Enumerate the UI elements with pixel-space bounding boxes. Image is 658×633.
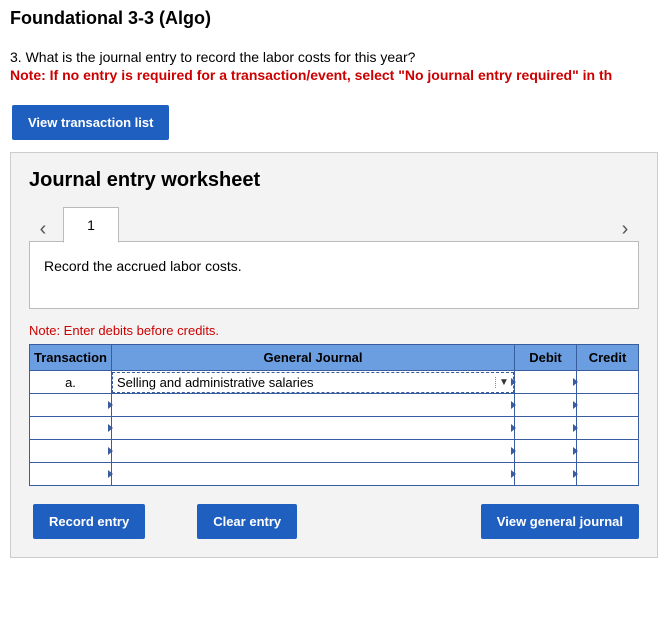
cell-debit[interactable]	[515, 371, 577, 394]
journal-entry-worksheet: Journal entry worksheet ‹ 1 › Record the…	[10, 152, 658, 558]
header-transaction: Transaction	[30, 345, 112, 371]
tick-icon	[511, 447, 516, 455]
record-entry-button[interactable]: Record entry	[33, 504, 145, 539]
view-transaction-list-button[interactable]: View transaction list	[12, 105, 169, 140]
cell-credit[interactable]	[577, 394, 639, 417]
button-row: Record entry Clear entry View general jo…	[29, 504, 639, 539]
chevron-right-icon[interactable]: ›	[611, 218, 639, 241]
tab-row: ‹ 1 ›	[29, 206, 639, 242]
chevron-left-icon[interactable]: ‹	[29, 218, 57, 241]
cell-credit[interactable]	[577, 417, 639, 440]
cell-debit[interactable]	[515, 394, 577, 417]
cell-transaction	[30, 417, 112, 440]
tick-icon	[108, 470, 113, 478]
page-title: Foundational 3-3 (Algo)	[10, 8, 658, 29]
tick-icon	[573, 401, 578, 409]
tick-icon	[108, 447, 113, 455]
cell-transaction	[30, 394, 112, 417]
note-required: Note: If no entry is required for a tran…	[10, 67, 658, 83]
cell-transaction	[30, 463, 112, 486]
tick-icon	[511, 378, 516, 386]
cell-transaction	[30, 440, 112, 463]
tick-icon	[108, 401, 113, 409]
header-debit: Debit	[515, 345, 577, 371]
question-text: 3. What is the journal entry to record t…	[10, 49, 658, 65]
tick-icon	[108, 424, 113, 432]
cell-credit[interactable]	[577, 371, 639, 394]
cell-debit[interactable]	[515, 463, 577, 486]
tick-icon	[573, 447, 578, 455]
cell-general-journal[interactable]: Selling and administrative salaries ▼	[112, 371, 515, 394]
tab-1[interactable]: 1	[63, 207, 119, 243]
cell-transaction: a.	[30, 371, 112, 394]
clear-entry-button[interactable]: Clear entry	[197, 504, 297, 539]
table-row	[30, 417, 639, 440]
cell-credit[interactable]	[577, 463, 639, 486]
tick-icon	[573, 378, 578, 386]
tick-icon	[511, 424, 516, 432]
view-general-journal-button[interactable]: View general journal	[481, 504, 639, 539]
gj-selected-text: Selling and administrative salaries	[117, 375, 495, 390]
cell-general-journal[interactable]	[112, 417, 515, 440]
worksheet-title: Journal entry worksheet	[29, 169, 639, 192]
table-row	[30, 440, 639, 463]
table-row: a. Selling and administrative salaries ▼	[30, 371, 639, 394]
cell-general-journal[interactable]	[112, 463, 515, 486]
tick-icon	[511, 470, 516, 478]
cell-general-journal[interactable]	[112, 394, 515, 417]
cell-debit[interactable]	[515, 417, 577, 440]
table-row	[30, 394, 639, 417]
cell-credit[interactable]	[577, 440, 639, 463]
debits-before-credits-note: Note: Enter debits before credits.	[29, 323, 639, 338]
header-general-journal: General Journal	[112, 345, 515, 371]
dropdown-arrow-icon[interactable]: ▼	[495, 377, 509, 388]
tick-icon	[573, 470, 578, 478]
table-row	[30, 463, 639, 486]
cell-general-journal[interactable]	[112, 440, 515, 463]
cell-debit[interactable]	[515, 440, 577, 463]
journal-table: Transaction General Journal Debit Credit…	[29, 344, 639, 486]
instruction-box: Record the accrued labor costs.	[29, 242, 639, 309]
tick-icon	[573, 424, 578, 432]
header-credit: Credit	[577, 345, 639, 371]
tick-icon	[511, 401, 516, 409]
